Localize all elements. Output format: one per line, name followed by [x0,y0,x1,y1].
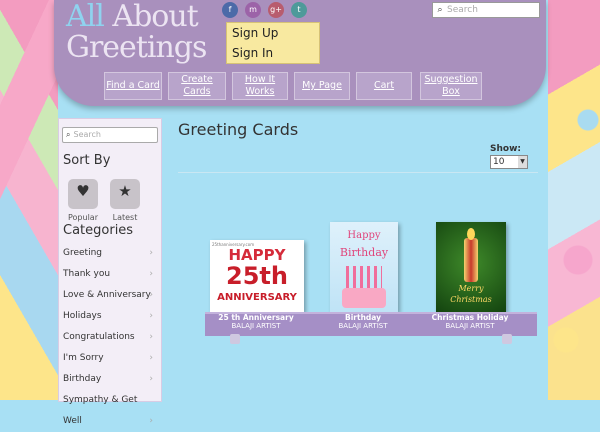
card-artist: BALAJI ARTIST [338,322,388,330]
sign-up-link[interactable]: Sign Up [227,23,319,43]
chevron-right-icon: › [149,416,153,426]
category-im-sorry[interactable]: I'm Sorry › [63,348,155,369]
chevron-right-icon: › [149,332,153,342]
site-header: All About Greetings f m g+ t Sign Up Sig… [54,0,546,106]
chevron-right-icon: › [149,353,153,363]
flame-graphic [467,228,475,240]
search-icon: ⌕ [437,5,443,15]
category-congratulations[interactable]: Congratulations › [63,327,155,348]
candle-graphic [464,238,478,282]
candles-graphic [346,266,382,288]
card-art-text-bottom: Birthday [339,246,389,259]
card-title[interactable]: 25 th Anniversary [201,313,311,322]
nav-suggestion-box[interactable]: Suggestion Box [420,72,482,100]
background-decor-right [548,0,600,400]
category-sympathy-get-well[interactable]: Sympathy & Get Well › [63,390,155,426]
show-label: Show: [490,144,521,154]
auth-box: Sign Up Sign In [226,22,320,64]
card-thumbnail-anniversary[interactable]: 25thanniversary.com HAPPY 25th ANNIVERSA… [210,240,304,312]
nav-create-cards[interactable]: Create Cards [168,72,226,100]
card-art-text-bottom: ANNIVERSARY [217,292,297,303]
nav-find-a-card[interactable]: Find a Card [104,72,162,100]
card-art-text-top: Happy [347,230,381,241]
card-caption-anniversary: 25 th Anniversary BALAJI ARTIST [201,313,311,330]
sort-latest-button[interactable]: ★ [110,179,140,209]
header-search-input[interactable]: ⌕ Search [432,2,540,18]
chevron-right-icon: › [149,311,153,321]
nav-cart[interactable]: Cart [356,72,412,100]
sort-latest-label: Latest [112,213,138,222]
card-thumbnail-christmas[interactable]: Merry Christmas [436,222,506,312]
cake-graphic [342,288,386,308]
logo-line2[interactable]: Greetings [66,30,207,65]
show-count-select[interactable]: 10 ▼ [490,155,528,169]
card-artist: BALAJI ARTIST [445,322,495,330]
chevron-right-icon: › [149,374,153,384]
background-decor-left [0,0,58,400]
chevron-right-icon: › [149,248,153,258]
card-title[interactable]: Birthday [308,313,418,322]
card-title[interactable]: Christmas Holiday [415,313,525,322]
dropdown-arrow-icon: ▼ [518,156,527,168]
category-birthday[interactable]: Birthday › [63,369,155,390]
card-art-text-bottom: Christmas [450,295,492,304]
category-love-anniversary[interactable]: Love & Anniversary › [63,285,155,306]
card-artist: BALAJI ARTIST [231,322,281,330]
logo[interactable]: All About [66,0,199,34]
category-greeting[interactable]: Greeting › [63,243,155,264]
card-art-text-top: Merry [458,284,484,293]
search-icon: ⌕ [66,130,71,139]
myspace-icon[interactable]: m [245,2,261,18]
shelf-bracket [230,334,240,344]
sidebar: ⌕ Search Sort By ♥ Popular ★ Latest Categ… [58,118,162,426]
nav-my-page[interactable]: My Page [294,72,350,100]
card-thumbnail-birthday[interactable]: Happy Birthday [330,222,398,312]
chevron-right-icon: › [149,269,153,279]
shelf-bracket [502,334,512,344]
twitter-icon[interactable]: t [291,2,307,18]
facebook-icon[interactable]: f [222,2,238,18]
sort-by-heading: Sort By [63,153,111,168]
divider [178,172,538,173]
sort-popular-label: Popular [68,213,98,222]
card-caption-birthday: Birthday BALAJI ARTIST [308,313,418,330]
sidebar-search-input[interactable]: ⌕ Search [62,127,158,143]
star-icon: ★ [118,182,132,200]
sort-popular-button[interactable]: ♥ [68,179,98,209]
chevron-right-icon: › [149,290,153,300]
category-holidays[interactable]: Holidays › [63,306,155,327]
category-thank-you[interactable]: Thank you › [63,264,155,285]
page-title: Greeting Cards [178,120,299,139]
heart-icon: ♥ [76,182,90,200]
sign-in-link[interactable]: Sign In [227,43,319,63]
categories-heading: Categories [63,223,134,238]
card-caption-christmas: Christmas Holiday BALAJI ARTIST [415,313,525,330]
nav-how-it-works[interactable]: How It Works [232,72,288,100]
google-plus-icon[interactable]: g+ [268,2,284,18]
card-art-text-big: 25th [226,262,288,290]
